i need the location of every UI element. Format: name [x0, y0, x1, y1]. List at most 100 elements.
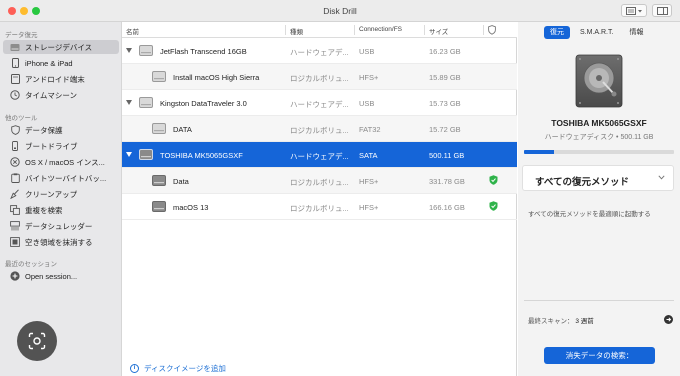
- sidebar-item-boot-drive[interactable]: ブートドライブ: [3, 139, 119, 153]
- last-scan-label: 最終スキャン：: [528, 318, 574, 325]
- column-header-name[interactable]: 名前: [126, 26, 139, 36]
- disclosure-triangle[interactable]: [126, 48, 132, 53]
- column-divider: [424, 25, 425, 35]
- list-view-icon: [626, 7, 642, 15]
- details-tabs: 復元 S.M.A.R.T. 情報: [544, 26, 653, 39]
- sidebar-item-cleanup[interactable]: クリーンアップ: [3, 187, 119, 201]
- sidebar-item-label: OS X / macOS インス...: [25, 157, 105, 167]
- plus-icon: [10, 271, 20, 281]
- device-connection: HFS+: [359, 73, 379, 82]
- erase-icon: [10, 237, 20, 247]
- device-size: 15.89 GB: [429, 73, 461, 82]
- table-row[interactable]: Data ロジカルボリュ... HFS+ 331.78 GB: [122, 168, 517, 194]
- device-name: Kingston DataTraveler 3.0: [160, 99, 247, 108]
- tab-smart[interactable]: S.M.A.R.T.: [574, 26, 619, 39]
- sidebar-item-erase-free-space[interactable]: 空き領域を抹消する: [3, 235, 119, 249]
- column-divider: [354, 25, 355, 35]
- sidebar-item-label: iPhone & iPad: [25, 58, 73, 68]
- device-name: JetFlash Transcend 16GB: [160, 47, 247, 56]
- table-row[interactable]: macOS 13 ロジカルボリュ... HFS+ 166.16 GB: [122, 194, 517, 220]
- toggle-sidebar-button[interactable]: [652, 4, 672, 17]
- hard-drive-icon: [139, 97, 153, 108]
- device-connection: USB: [359, 47, 375, 56]
- recovery-method-label: すべての復元メソッド: [535, 177, 629, 188]
- lens-icon: [28, 332, 46, 350]
- sidebar-item-label: クリーンアップ: [25, 189, 78, 199]
- clipboard-icon: [10, 173, 20, 183]
- protection-column-icon: [488, 25, 496, 35]
- sidebar-section-recovery: データ復元: [5, 32, 38, 39]
- table-row[interactable]: Kingston DataTraveler 3.0 ハードウェアデ... USB…: [122, 90, 517, 116]
- clock-icon: [10, 90, 20, 100]
- tab-info[interactable]: 情報: [623, 26, 649, 39]
- device-name: DATA: [173, 125, 192, 134]
- info-icon: i: [130, 364, 139, 373]
- device-connection: HFS+: [359, 177, 379, 186]
- last-scan-info: 最終スキャン： 3 週前: [528, 315, 594, 325]
- sidebar-item-time-machine[interactable]: タイムマシーン: [3, 88, 119, 102]
- sidebar-item-label: 重複を検索: [25, 205, 63, 215]
- sidebar-item-label: タイムマシーン: [25, 90, 77, 100]
- last-scan-arrow-button[interactable]: [664, 315, 673, 324]
- volume-icon: [152, 201, 166, 212]
- column-header-type[interactable]: 種類: [290, 26, 303, 36]
- column-header-connection[interactable]: Connection/FS: [359, 26, 402, 33]
- hard-drive-icon: [10, 42, 20, 52]
- protected-shield-icon: [489, 175, 498, 185]
- sidebar-item-open-session[interactable]: Open session...: [3, 269, 119, 283]
- device-size: 166.16 GB: [429, 203, 465, 212]
- device-connection: FAT32: [359, 125, 381, 134]
- sidebar-item-label: アンドロイド端末: [25, 74, 85, 84]
- protected-shield-icon: [489, 201, 498, 211]
- volume-icon: [152, 123, 166, 134]
- sidebar-item-iphone-ipad[interactable]: iPhone & iPad: [3, 56, 119, 70]
- table-header: 名前 種類 Connection/FS サイズ: [122, 22, 517, 38]
- device-type: ハードウェアデ...: [290, 100, 349, 109]
- sidebar-item-android[interactable]: アンドロイド端末: [3, 72, 119, 86]
- sidebar-item-macos-installer[interactable]: OS X / macOS インス...: [3, 155, 119, 169]
- sidebar-section-other-tools: 他のツール: [5, 115, 38, 122]
- column-divider: [483, 25, 484, 35]
- window-title: Disk Drill: [323, 6, 357, 16]
- device-connection: HFS+: [359, 203, 379, 212]
- device-type: ロジカルボリュ...: [290, 126, 349, 135]
- phone-icon: [10, 58, 20, 68]
- sidebar-item-find-duplicates[interactable]: 重複を検索: [3, 203, 119, 217]
- table-row[interactable]: JetFlash Transcend 16GB ハードウェアデ... USB 1…: [122, 38, 517, 64]
- column-header-size[interactable]: サイズ: [429, 26, 448, 36]
- recovery-method-description: すべての復元メソッドを最適順に起動する: [528, 211, 651, 218]
- device-size: 15.72 GB: [429, 125, 461, 134]
- details-panel: 復元 S.M.A.R.T. 情報 TOSHIBA MK5065GSXF ハードウ…: [518, 22, 680, 376]
- sidebar-item-data-shredder[interactable]: データシュレッダー: [3, 219, 119, 233]
- sidebar-item-data-protection[interactable]: データ保護: [3, 123, 119, 137]
- device-size: 16.23 GB: [429, 47, 461, 56]
- sidebar-item-byte-backup[interactable]: バイトツーバイトバッ...: [3, 171, 119, 185]
- tab-recovery[interactable]: 復元: [544, 26, 570, 39]
- view-options-button[interactable]: [621, 4, 647, 17]
- table-row[interactable]: Install macOS High Sierra ロジカルボリュ... HFS…: [122, 64, 517, 90]
- column-divider: [285, 25, 286, 35]
- visual-search-button[interactable]: [17, 321, 57, 361]
- table-row-selected[interactable]: TOSHIBA MK5065GSXF ハードウェアデ... SATA 500.1…: [122, 142, 517, 168]
- volume-icon: [152, 175, 166, 186]
- usb-drive-icon: [10, 141, 20, 151]
- recovery-method-dropdown[interactable]: すべての復元メソッド: [522, 165, 674, 191]
- device-size: 331.78 GB: [429, 177, 465, 186]
- arrow-right-icon: [666, 317, 672, 322]
- table-row[interactable]: DATA ロジカルボリュ... FAT32 15.72 GB: [122, 116, 517, 142]
- android-icon: [10, 74, 20, 84]
- device-type: ロジカルボリュ...: [290, 178, 349, 187]
- sidebar-item-storage-devices[interactable]: ストレージデバイス: [3, 40, 119, 54]
- sidebar-item-label: ブートドライブ: [25, 141, 78, 151]
- add-disk-image-link[interactable]: i ディスクイメージを追加: [130, 363, 226, 374]
- disclosure-triangle[interactable]: [126, 152, 132, 157]
- sidebar-item-label: バイトツーバイトバッ...: [25, 173, 107, 183]
- hard-disk-image-icon: [575, 54, 623, 108]
- sidebar-item-label: Open session...: [25, 271, 78, 281]
- device-connection: SATA: [359, 151, 378, 160]
- chevron-down-icon: [658, 175, 665, 180]
- search-lost-data-button[interactable]: 消失データの検索：: [544, 347, 655, 364]
- disclosure-triangle[interactable]: [126, 100, 132, 105]
- disk-usage-fill: [524, 150, 554, 154]
- duplicate-icon: [10, 205, 20, 215]
